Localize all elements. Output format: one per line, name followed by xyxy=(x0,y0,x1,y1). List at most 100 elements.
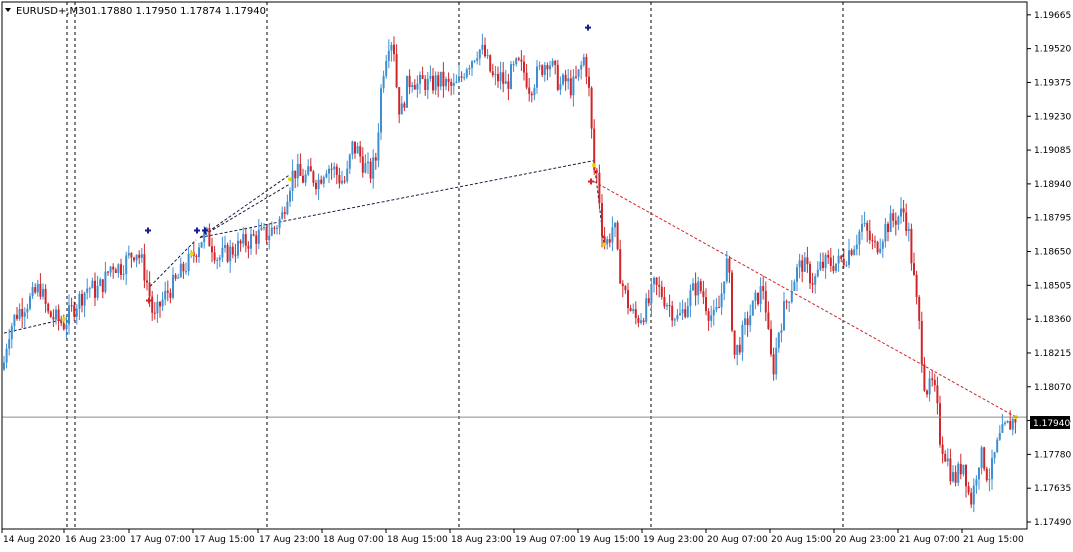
candle-body xyxy=(541,65,544,75)
candle-body xyxy=(957,463,960,483)
price-chart[interactable]: 1.19665 1.19520 1.19375 1.19230 1.19085 1.189… xyxy=(0,0,1073,548)
candle-body xyxy=(837,255,840,264)
candle-body xyxy=(660,286,663,298)
candle-body xyxy=(645,298,648,322)
candle-body xyxy=(887,223,889,233)
chart-header: EURUSD+,M30 1.17880 1.17950 1.17874 1.17… xyxy=(5,6,266,17)
candle-body xyxy=(224,245,226,248)
candle-body xyxy=(894,220,897,225)
candle-body xyxy=(848,250,850,265)
candle-body xyxy=(985,468,988,481)
candle-body xyxy=(840,255,843,259)
candle-body xyxy=(166,290,169,293)
candle-body xyxy=(252,234,255,236)
candle-body xyxy=(881,241,884,249)
candle-body xyxy=(62,323,65,330)
candle-body xyxy=(554,60,557,65)
candle-body xyxy=(133,257,135,261)
candle-body xyxy=(556,64,559,90)
candle-body xyxy=(179,263,182,278)
candle-body xyxy=(567,78,570,82)
candle-body xyxy=(49,311,52,318)
candle-body xyxy=(793,281,796,291)
candle-body xyxy=(931,378,934,380)
candle-body xyxy=(88,288,91,290)
candle-body xyxy=(569,78,572,96)
candle-body xyxy=(809,264,811,284)
candle-body xyxy=(933,379,936,386)
y-tick-label: 1.18070 xyxy=(1034,383,1071,393)
candle-body xyxy=(936,385,939,404)
candle-body xyxy=(484,44,486,57)
candle-body xyxy=(338,174,341,184)
candle-body xyxy=(632,309,635,311)
candle-body xyxy=(231,246,234,255)
candle-body xyxy=(731,272,733,331)
candle-body xyxy=(452,82,455,86)
candle-body xyxy=(978,467,980,480)
candle-body xyxy=(286,201,289,214)
candle-body xyxy=(177,277,180,279)
candle-body xyxy=(403,103,406,108)
y-tick-label: 1.18505 xyxy=(1034,281,1071,291)
candle-body xyxy=(621,283,624,287)
candle-body xyxy=(824,254,827,268)
candle-body xyxy=(47,303,50,312)
candle-body xyxy=(257,229,260,244)
candle-body xyxy=(218,257,221,260)
candle-body xyxy=(153,312,156,314)
candle-body xyxy=(86,288,89,293)
candle-body xyxy=(502,72,505,84)
candle-body xyxy=(161,299,164,307)
candle-body xyxy=(315,182,317,190)
candle-body xyxy=(746,318,749,326)
candle-body xyxy=(725,258,728,282)
candle-body xyxy=(247,245,250,249)
candle-body xyxy=(117,264,120,274)
signal-dot-icon xyxy=(288,177,292,182)
candle-body xyxy=(494,74,497,76)
candle-body xyxy=(866,222,869,231)
candle-body xyxy=(96,285,99,298)
candle-body xyxy=(780,330,783,333)
candle-body xyxy=(36,283,39,293)
candle-body xyxy=(954,472,957,483)
candle-body xyxy=(497,74,499,82)
candle-body xyxy=(447,78,450,82)
candle-body xyxy=(913,263,915,275)
candle-body xyxy=(333,166,336,170)
candle-body xyxy=(507,81,510,89)
candle-body xyxy=(187,253,190,272)
candle-body xyxy=(481,44,484,50)
candle-body xyxy=(642,320,645,322)
candle-body xyxy=(351,141,354,155)
candle-body xyxy=(250,234,252,249)
candle-body xyxy=(426,78,429,90)
candle-body xyxy=(81,294,83,306)
candle-body xyxy=(819,261,822,270)
candle-body xyxy=(424,78,427,90)
candle-body xyxy=(208,228,211,247)
chart-window[interactable]: 1.19665 1.19520 1.19375 1.19230 1.19085 1.189… xyxy=(0,0,1073,548)
candle-body xyxy=(437,75,440,87)
candle-body xyxy=(634,309,637,318)
candle-body xyxy=(858,231,861,245)
candle-body xyxy=(946,458,949,462)
candle-body xyxy=(530,93,533,96)
y-tick-label: 1.19520 xyxy=(1034,45,1071,55)
candle-body xyxy=(361,156,364,173)
candle-body xyxy=(658,284,661,287)
x-tick-label: 18 Aug 23:00 xyxy=(451,535,512,545)
candle-body xyxy=(94,280,96,298)
candle-body xyxy=(525,72,528,88)
candle-body xyxy=(679,313,681,315)
candle-body xyxy=(60,320,63,324)
x-tick-label: 19 Aug 07:00 xyxy=(515,535,576,545)
candle-body xyxy=(965,464,967,487)
candle-body xyxy=(302,175,304,183)
candle-body xyxy=(689,290,692,307)
signal-dot-icon xyxy=(602,242,606,247)
y-tick-label: 1.18940 xyxy=(1034,180,1071,190)
candle-body xyxy=(733,330,736,355)
candle-body xyxy=(489,55,492,72)
